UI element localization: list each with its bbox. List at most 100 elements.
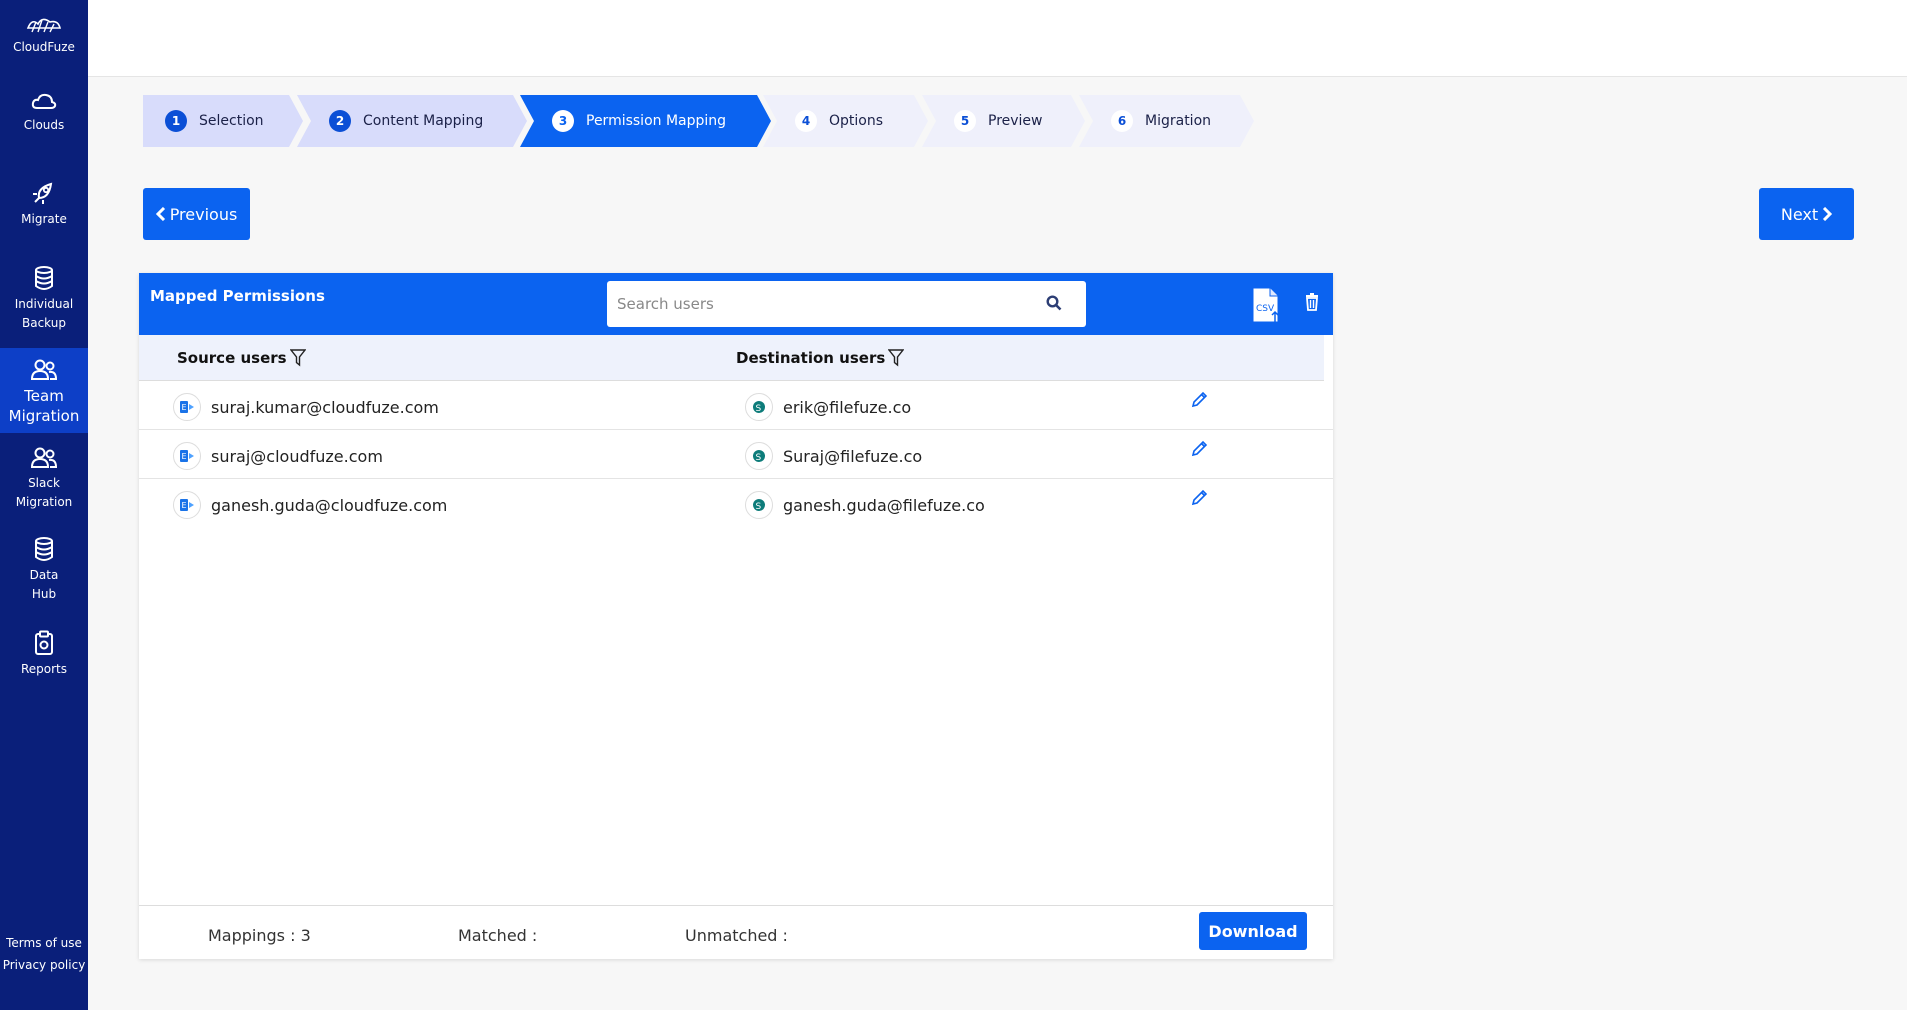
terms-of-use-link[interactable]: Terms of use [0,932,88,954]
step-number: 4 [795,110,817,132]
step-number: 2 [329,110,351,132]
destination-cell: S erik@filefuze.co [745,393,911,421]
sidebar-item-slack-migration[interactable]: Slack Migration [0,446,88,512]
previous-label: Previous [169,204,238,224]
svg-text:E: E [182,501,187,510]
sidebar-item-label: Reports [20,662,68,676]
sidebar-item-team-migration[interactable]: Team Migration [0,348,88,433]
card-footer: Mappings : 3 Matched : Unmatched : Downl… [139,905,1333,959]
csv-upload-icon[interactable]: CSV [1250,286,1282,324]
card-header: Mapped Permissions CSV [139,273,1333,335]
sidebar-item-data-hub[interactable]: Data Hub [0,536,88,604]
sidebar-item-label: Migration [15,495,73,509]
sharepoint-icon: S [745,393,773,421]
edit-icon[interactable] [1190,489,1208,507]
next-label: Next [1780,204,1819,224]
chevron-right-icon [1823,207,1833,221]
column-label: Source users [177,349,287,367]
sidebar-footer-links: Terms of use Privacy policy [0,932,88,976]
users-icon [30,359,58,380]
sharepoint-icon: S [745,491,773,519]
destination-cell: S ganesh.guda@filefuze.co [745,491,985,519]
next-button[interactable]: Next [1759,188,1854,240]
cloudfuze-logo-icon [26,18,62,33]
database-icon [35,266,53,290]
exchange-icon: E [173,442,201,470]
mappings-count: Mappings : 3 [208,926,311,945]
database-icon [35,537,53,561]
svg-text:CSV: CSV [1256,304,1275,314]
exchange-icon: E [173,491,201,519]
step-content-mapping[interactable]: 2 Content Mapping [297,95,527,147]
sidebar: CloudFuze Clouds Migrate Individual Back… [0,0,88,1010]
step-selection[interactable]: 1 Selection [143,95,303,147]
svg-text:S: S [756,453,762,463]
sidebar-item-label: Clouds [23,118,65,132]
table-row: E suraj@cloudfuze.com S Suraj@filefuze.c… [139,430,1333,479]
unmatched-count: Unmatched : [685,926,788,945]
matched-count: Matched : [458,926,538,945]
svg-text:S: S [756,502,762,512]
source-cell: E suraj.kumar@cloudfuze.com [173,393,439,421]
table-header: Source users Destination users [139,335,1324,381]
brand-name: CloudFuze [13,40,75,54]
step-options[interactable]: 4 Options [763,95,928,147]
filter-icon[interactable] [289,349,306,367]
step-label: Permission Mapping [586,113,727,129]
column-header-source: Source users [177,349,306,367]
edit-icon[interactable] [1190,440,1208,458]
clipboard-icon [35,630,53,655]
svg-text:E: E [182,403,187,412]
sidebar-item-migrate[interactable]: Migrate [0,180,88,229]
table-row: E suraj.kumar@cloudfuze.com S erik@filef… [139,381,1333,430]
download-button[interactable]: Download [1199,912,1307,950]
mapped-permissions-card: Mapped Permissions CSV Source users Dest… [139,273,1333,959]
sidebar-item-label: Hub [31,587,57,601]
step-label: Preview [988,113,1043,129]
search-input[interactable] [607,284,1027,324]
step-number: 3 [552,110,574,132]
sidebar-item-label: Slack [28,476,60,490]
edit-icon[interactable] [1190,391,1208,409]
search-box [607,281,1086,327]
trash-icon[interactable] [1305,293,1319,311]
card-title: Mapped Permissions [150,287,325,305]
sharepoint-icon: S [745,442,773,470]
step-preview[interactable]: 5 Preview [922,95,1085,147]
sidebar-item-label: Data [29,568,59,582]
stepper: 1 Selection 2 Content Mapping 3 Permissi… [143,95,1263,147]
source-user: ganesh.guda@cloudfuze.com [211,495,448,515]
step-migration[interactable]: 6 Migration [1079,95,1254,147]
table-row: E ganesh.guda@cloudfuze.com S ganesh.gud… [139,479,1333,528]
step-number: 5 [954,110,976,132]
exchange-icon: E [173,393,201,421]
privacy-policy-link[interactable]: Privacy policy [0,954,88,976]
source-cell: E suraj@cloudfuze.com [173,442,383,470]
svg-text:E: E [182,452,187,461]
brand[interactable]: CloudFuze [0,14,88,54]
step-permission-mapping[interactable]: 3 Permission Mapping [520,95,771,147]
svg-text:S: S [756,404,762,414]
step-number: 1 [165,110,187,132]
destination-user: erik@filefuze.co [783,397,912,417]
sidebar-item-label: Migrate [21,212,67,226]
step-number: 6 [1111,110,1133,132]
destination-user: Suraj@filefuze.co [783,446,923,466]
filter-icon[interactable] [888,349,905,367]
sidebar-item-clouds[interactable]: Clouds [0,92,88,135]
cloud-icon [31,93,57,109]
top-bar [88,0,1907,77]
source-user: suraj.kumar@cloudfuze.com [211,397,439,417]
chevron-left-icon [155,207,165,221]
step-label: Content Mapping [363,113,484,129]
step-label: Migration [1145,113,1212,129]
sidebar-item-individual-backup[interactable]: Individual Backup [0,265,88,333]
step-label: Selection [199,113,264,129]
search-icon[interactable] [1046,295,1062,311]
destination-user: ganesh.guda@filefuze.co [783,495,985,515]
column-header-destination: Destination users [736,349,905,367]
previous-button[interactable]: Previous [143,188,250,240]
source-cell: E ganesh.guda@cloudfuze.com [173,491,447,519]
sidebar-item-reports[interactable]: Reports [0,630,88,679]
users-icon [30,447,58,468]
